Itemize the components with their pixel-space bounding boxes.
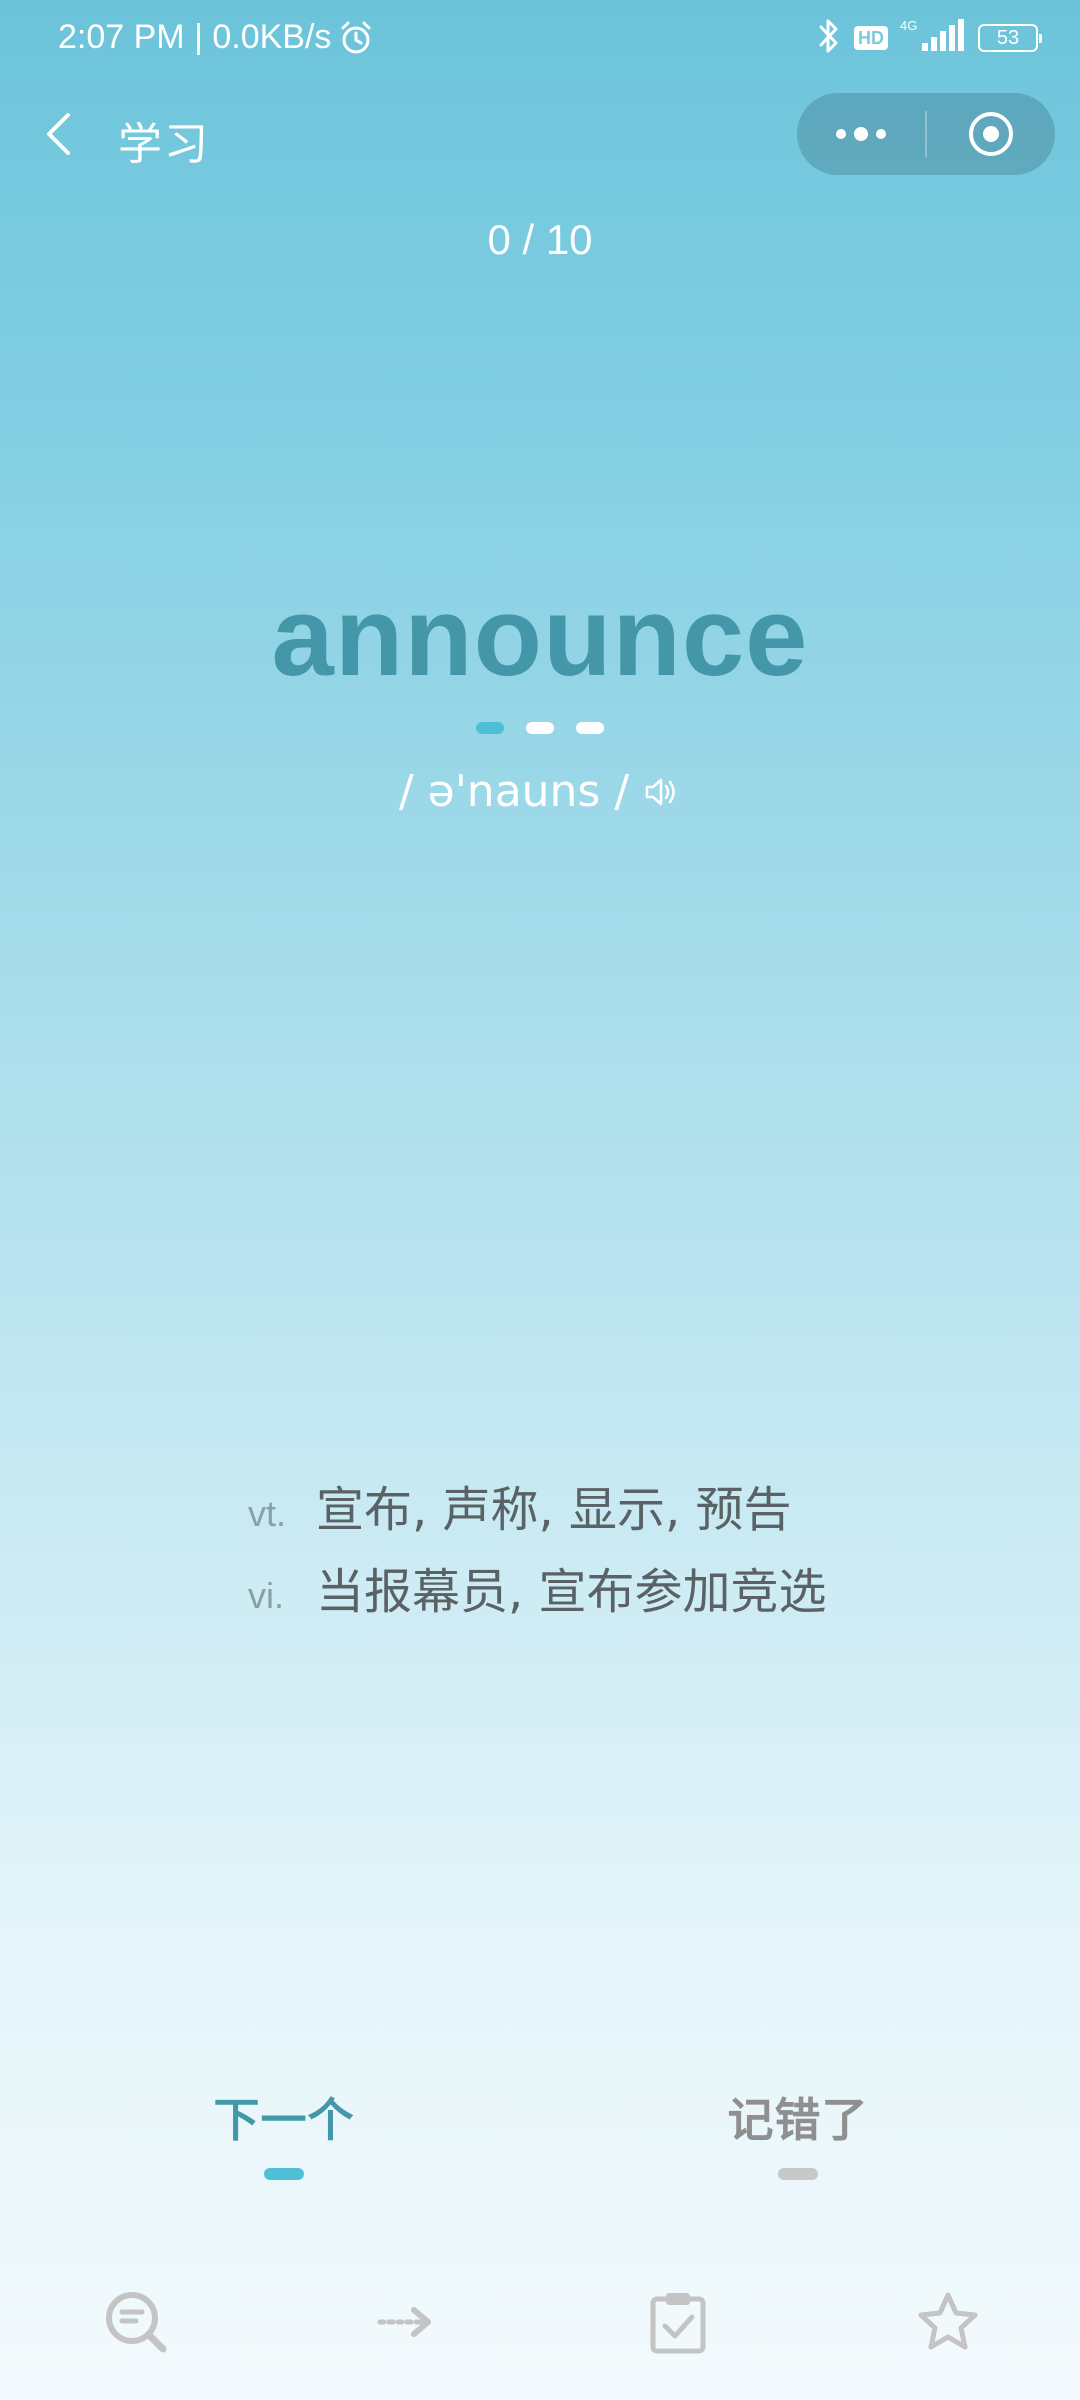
- back-button[interactable]: [38, 104, 78, 164]
- status-time: 2:07 PM | 0.0KB/s: [58, 18, 332, 56]
- definitions-list: vt. 宣布, 声称, 显示, 预告 vi. 当报幕员, 宣布参加竞选: [248, 1470, 827, 1634]
- mini-program-capsule: [797, 93, 1055, 175]
- next-word-indicator: [264, 2168, 304, 2180]
- speaker-button[interactable]: [641, 772, 681, 812]
- status-right: HD 4G 53: [816, 17, 1042, 60]
- status-left: 2:07 PM | 0.0KB/s: [58, 18, 375, 57]
- speaker-icon: [645, 778, 675, 805]
- more-dot-icon: [876, 129, 886, 139]
- page-title: 学习: [118, 119, 210, 170]
- next-arrow-button[interactable]: [366, 2282, 446, 2362]
- favorite-button[interactable]: [908, 2282, 988, 2362]
- bluetooth-icon: [816, 17, 842, 60]
- definition-row: vt. 宣布, 声称, 显示, 预告: [248, 1470, 827, 1552]
- page-dot[interactable]: [576, 722, 604, 734]
- next-word-label: 下一个: [213, 2093, 355, 2147]
- definition-row: vi. 当报幕员, 宣布参加竞选: [248, 1552, 827, 1634]
- part-of-speech: vi.: [248, 1575, 284, 1616]
- hd-badge: HD: [854, 26, 888, 50]
- mark-wrong-label: 记错了: [727, 2093, 869, 2147]
- signal-icon: 4G: [900, 17, 966, 60]
- phonetic-row: / ə'nauns /: [0, 766, 1080, 817]
- star-icon: [918, 2292, 978, 2350]
- page-dot[interactable]: [476, 722, 504, 734]
- svg-text:4G: 4G: [900, 18, 917, 33]
- phonetic-text: / ə'nauns /: [398, 766, 630, 817]
- more-dot-icon: [836, 129, 846, 139]
- vocabulary-word: announce: [271, 574, 809, 699]
- battery-icon: 53: [978, 24, 1042, 52]
- close-program-button[interactable]: [927, 93, 1055, 175]
- definition-text: 当报幕员, 宣布参加竞选: [316, 1564, 827, 1620]
- battery-level: 53: [996, 27, 1020, 49]
- chevron-left-icon: [47, 113, 70, 155]
- alarm-icon: [337, 19, 375, 57]
- part-of-speech: vt.: [248, 1493, 287, 1534]
- arrow-right-icon: [377, 2307, 431, 2337]
- more-dot-icon: [854, 127, 868, 141]
- search-list-icon: [106, 2292, 167, 2353]
- mark-wrong-button[interactable]: 记错了: [698, 2084, 898, 2180]
- clipboard-check-icon: [650, 2293, 706, 2354]
- progress-counter: 0 / 10: [487, 216, 593, 263]
- status-bar: 2:07 PM | 0.0KB/s HD 4G 53: [0, 0, 1080, 80]
- more-button[interactable]: [797, 93, 925, 175]
- definition-text: 宣布, 声称, 显示, 预告: [316, 1482, 792, 1538]
- task-list-button[interactable]: [638, 2282, 718, 2362]
- page-dot[interactable]: [526, 722, 554, 734]
- bottom-toolbar: [0, 2282, 1080, 2362]
- next-word-button[interactable]: 下一个: [184, 2084, 384, 2180]
- search-list-button[interactable]: [96, 2282, 176, 2362]
- page-indicator: [0, 722, 1080, 734]
- mark-wrong-indicator: [778, 2168, 818, 2180]
- target-icon: [969, 112, 1013, 156]
